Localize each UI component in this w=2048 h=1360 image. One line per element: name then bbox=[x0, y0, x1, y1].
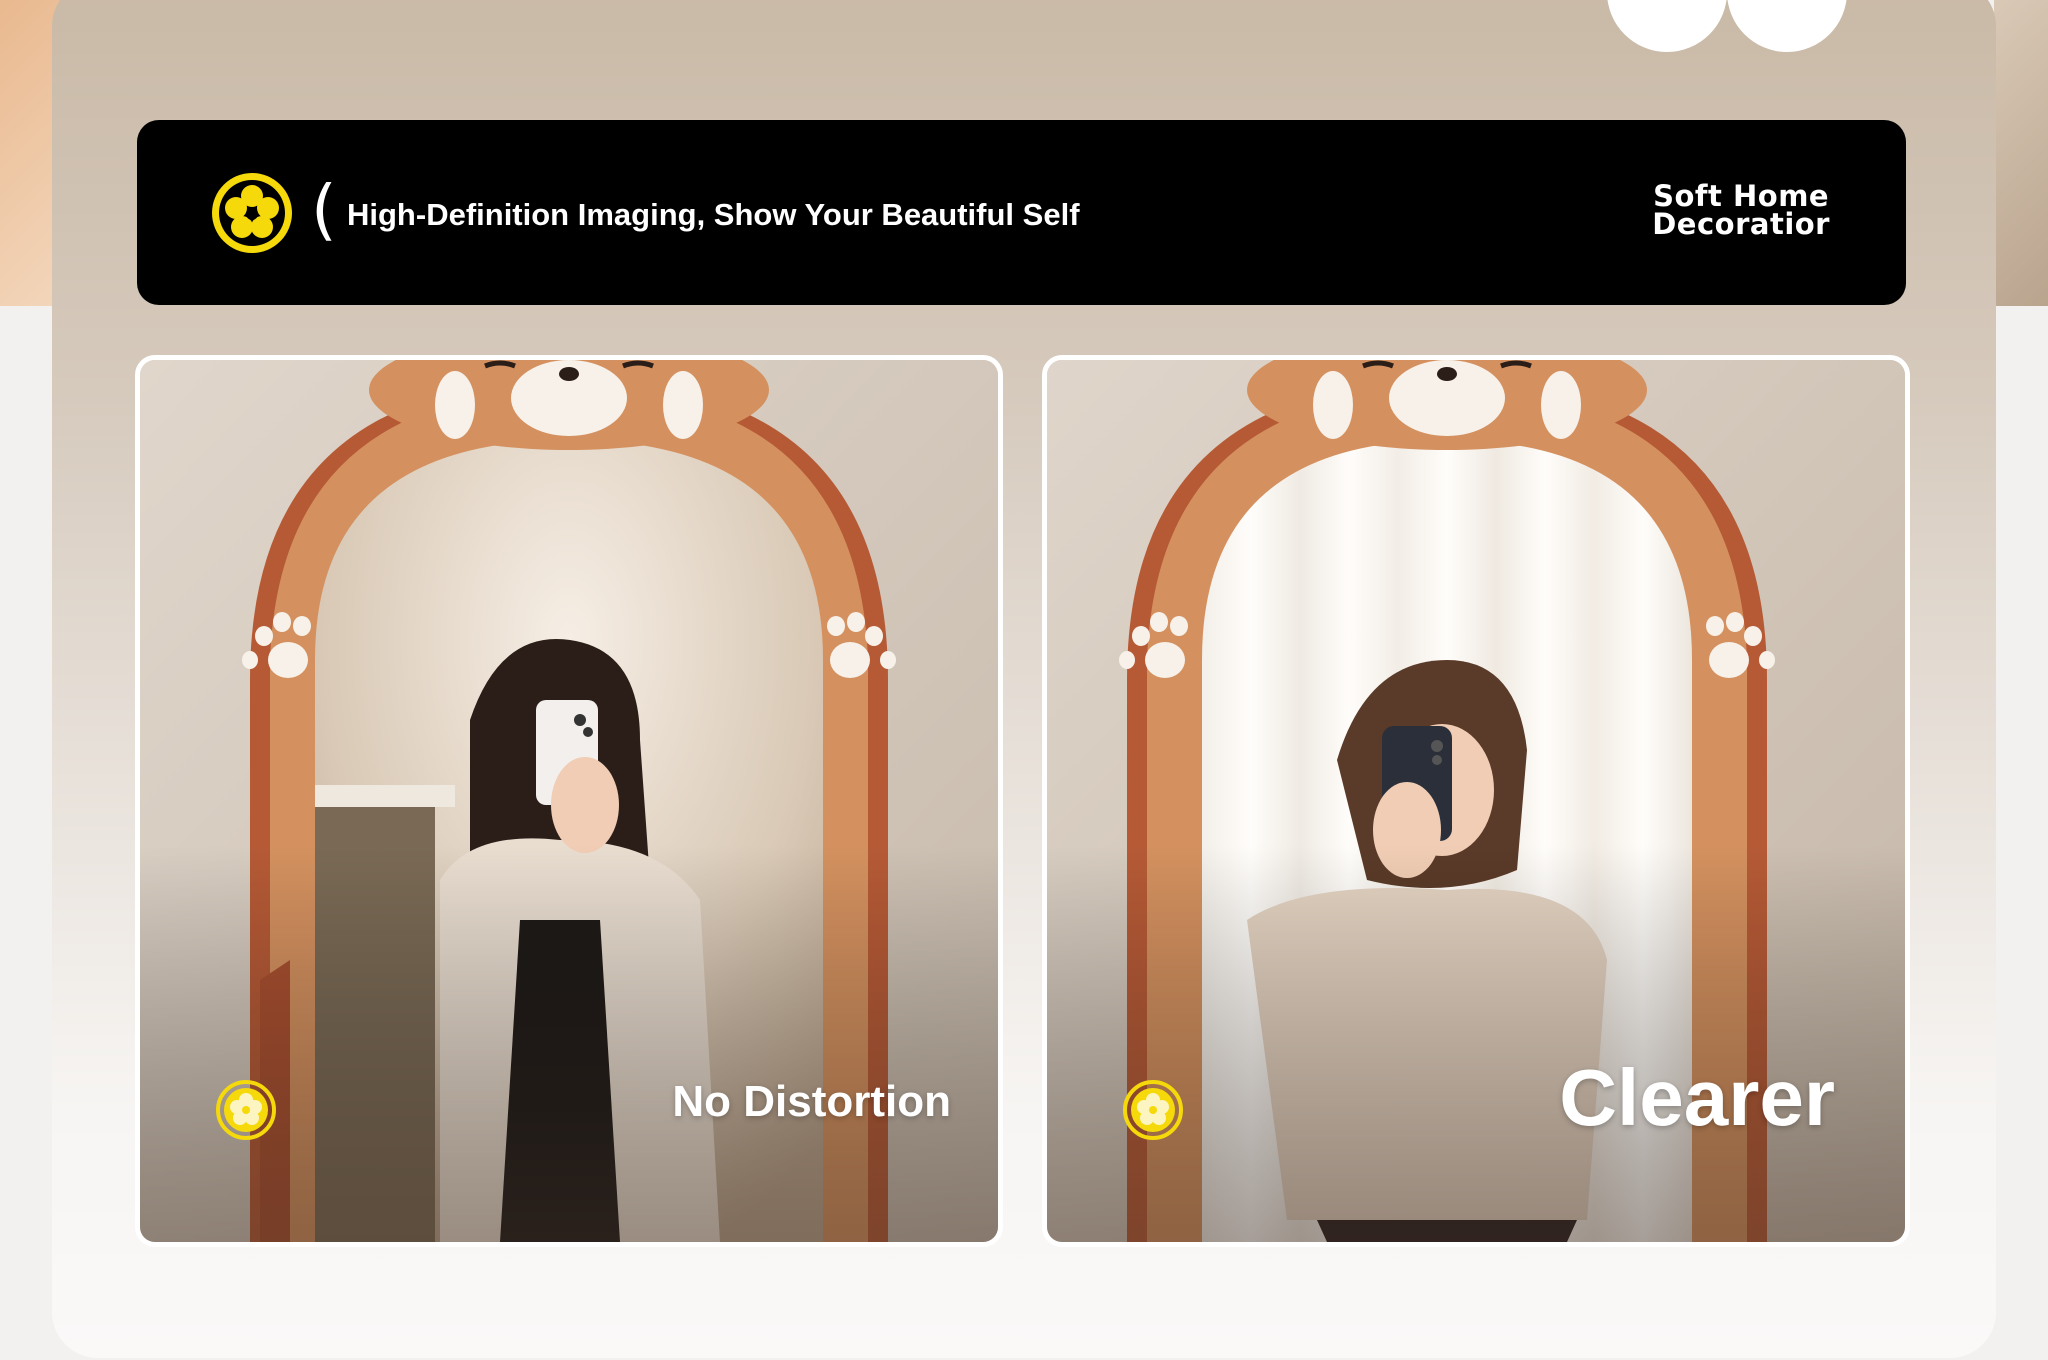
background-photo-right bbox=[1994, 0, 2048, 306]
decorative-paren: ( bbox=[311, 171, 337, 248]
flower-icon bbox=[212, 173, 292, 253]
headline-banner: ( High-Definition Imaging, Show Your Bea… bbox=[137, 120, 1906, 305]
flower-badge-icon bbox=[216, 1080, 276, 1140]
brand-logo: Soft Home Decoratior bbox=[1652, 179, 1830, 241]
background-photo-left bbox=[0, 0, 60, 306]
brand-line-1: Soft Home bbox=[1653, 179, 1830, 213]
cloud-decoration bbox=[1607, 0, 1847, 52]
caption-clearer: Clearer bbox=[1559, 1053, 1835, 1142]
brand-line-2: Decoratior bbox=[1652, 207, 1830, 241]
product-card: ( High-Definition Imaging, Show Your Bea… bbox=[52, 0, 1996, 1358]
caption-no-distortion: No Distortion bbox=[672, 1077, 951, 1126]
banner-tagline: High-Definition Imaging, Show Your Beaut… bbox=[347, 197, 1080, 232]
flower-badge-icon bbox=[1123, 1080, 1183, 1140]
comparison-panel-clearer: Clearer bbox=[1042, 355, 1910, 1247]
comparison-panel-no-distortion: No Distortion bbox=[135, 355, 1003, 1247]
